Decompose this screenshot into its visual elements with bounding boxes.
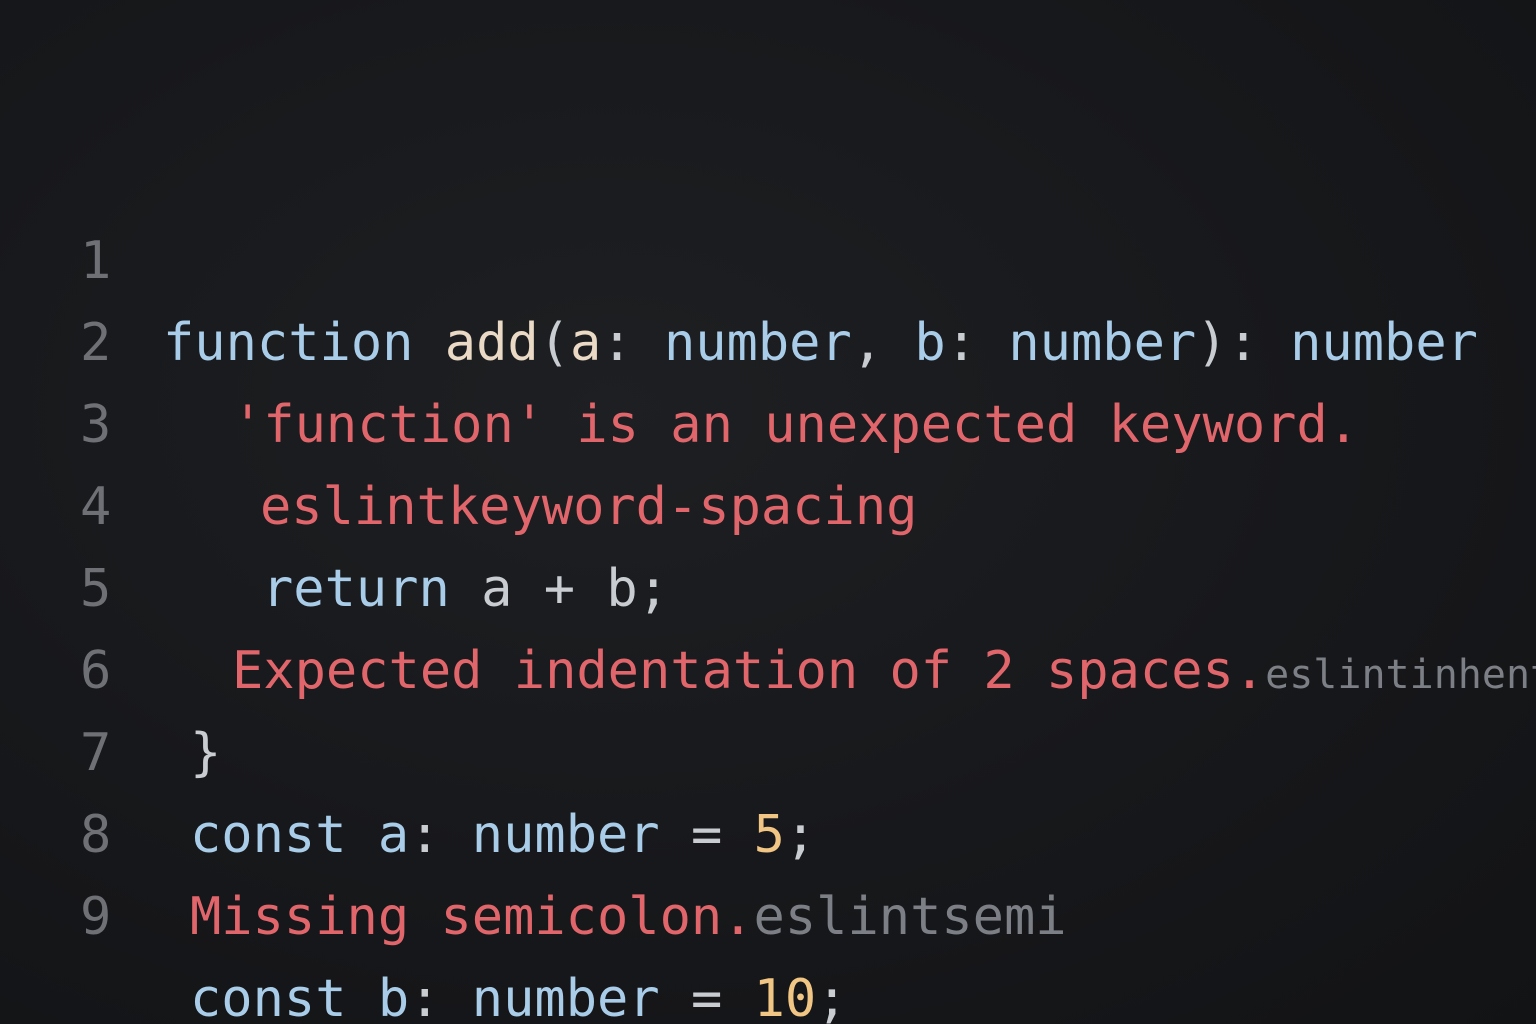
keyword-token: const [190, 969, 347, 1024]
lint-error-message: Missing semicolon. [190, 887, 754, 947]
lint-rule-id: eslintsemi [753, 887, 1067, 947]
code-line-1[interactable]: 1 function add(a: number, b: number): nu… [0, 138, 1536, 373]
code-editor[interactable]: 1 function add(a: number, b: number): nu… [0, 0, 1536, 1024]
identifier-token: b [377, 969, 410, 1024]
number-literal-token: 10 [753, 969, 817, 1024]
code-line-9[interactable]: 9 const b: number = 10; [0, 794, 1536, 1024]
code-line-7[interactable]: 7 const a: number = 5; [0, 630, 1536, 865]
code-line-6[interactable]: 6 } [0, 548, 1536, 783]
code-line-8[interactable]: 8 Missing semicolon.eslintsemi [0, 712, 1536, 947]
code-text[interactable]: const b: number = 10; [190, 958, 848, 1024]
code-line-2[interactable]: 2 'function' is an unexpected keyword. [0, 220, 1536, 455]
type-token: number [471, 969, 660, 1024]
line-number: 9 [80, 887, 112, 947]
lint-diagnostic: Missing semicolon.eslintsemi [190, 876, 1067, 958]
code-line-4[interactable]: 4 return a + b; [0, 384, 1536, 619]
code-line-5[interactable]: 5 Expected indentation of 2 spaces.eslin… [0, 466, 1536, 701]
code-line-3[interactable]: 3 eslintkeyword-spacing [0, 302, 1536, 537]
